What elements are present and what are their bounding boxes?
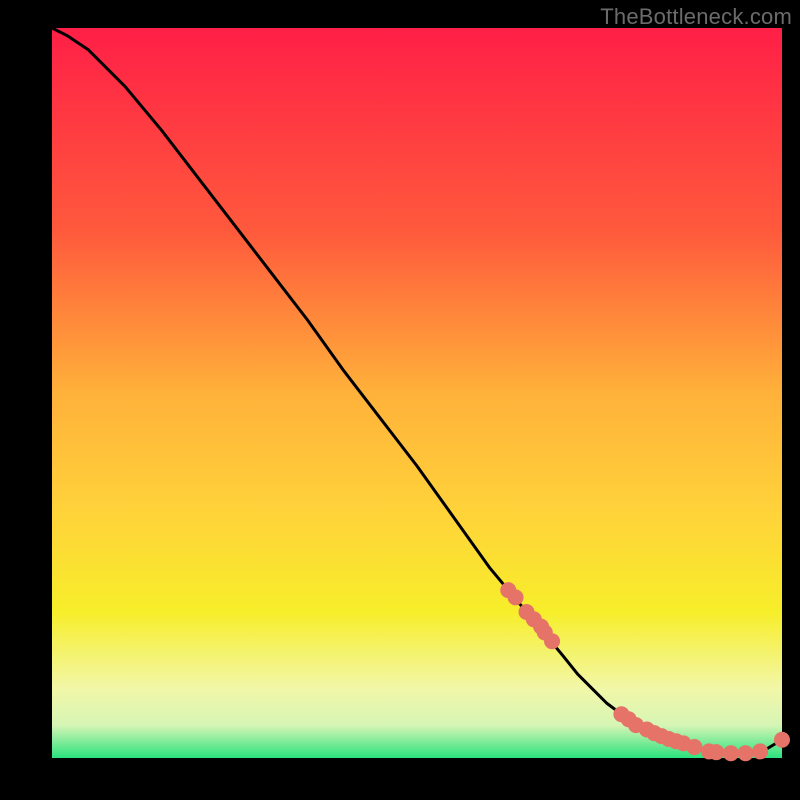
data-marker <box>686 739 702 755</box>
chart-svg <box>0 0 800 800</box>
data-marker <box>774 732 790 748</box>
data-marker <box>544 633 560 649</box>
data-marker <box>723 745 739 761</box>
chart-container: TheBottleneck.com <box>0 0 800 800</box>
data-marker <box>708 744 724 760</box>
data-marker <box>738 745 754 761</box>
data-marker <box>752 743 768 759</box>
plot-background <box>52 28 782 758</box>
data-marker <box>508 589 524 605</box>
attribution-text: TheBottleneck.com <box>600 4 792 30</box>
